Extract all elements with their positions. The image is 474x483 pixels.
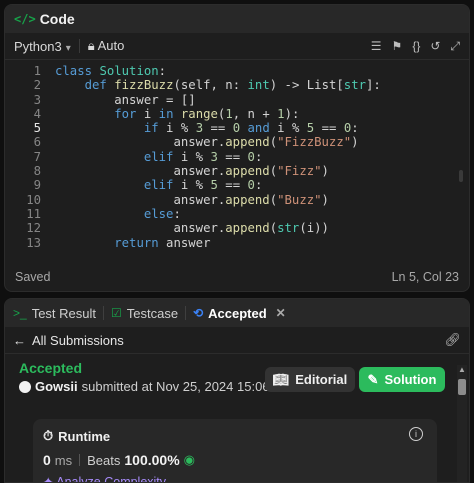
bookmark-icon[interactable]: ⚑: [392, 39, 403, 54]
result-scrollbar[interactable]: ▲: [457, 365, 467, 482]
info-icon[interactable]: i: [409, 427, 423, 441]
editorial-button[interactable]: 📖︎ Editorial: [265, 367, 355, 392]
avatar[interactable]: [19, 380, 31, 393]
braces-icon[interactable]: {}: [412, 39, 420, 54]
code-line: 6 answer.append("FizzBuzz"): [33, 135, 359, 150]
language-select[interactable]: Python3 ▾: [14, 39, 71, 54]
submissions-bar: ← All Submissions 🔗︎: [5, 327, 469, 354]
tab-test-result[interactable]: >_ Test Result: [13, 306, 96, 321]
code-line: 8 answer.append("Fizz"): [33, 164, 329, 179]
analyze-complexity-link[interactable]: ✦ Analyze Complexity: [43, 474, 166, 482]
runtime-value: 0: [43, 452, 51, 468]
format-icon[interactable]: ☰: [371, 39, 382, 54]
code-line: 2 def fizzBuzz(self, n: int) -> List[str…: [33, 78, 381, 93]
link-icon[interactable]: 🔗︎: [444, 332, 461, 348]
code-icon: </>: [14, 12, 36, 26]
result-panel: >_ Test Result ☑ Testcase ⟲ Accepted ✕ ← All…: [4, 298, 470, 483]
code-line: 13 return answer: [26, 235, 211, 250]
scroll-thumb[interactable]: [458, 379, 466, 395]
submitted-at: submitted at Nov 25, 2024 15:06: [81, 379, 270, 394]
code-panel-header: </> Code: [5, 5, 469, 33]
code-line: 11 else:: [26, 206, 181, 221]
back-arrow-icon[interactable]: ←: [13, 333, 26, 348]
solution-button[interactable]: ✎ Solution: [359, 367, 445, 392]
history-icon: ⟲: [193, 306, 204, 320]
edit-icon: ✎: [367, 371, 379, 387]
code-line: 9 elif i % 5 == 0:: [33, 178, 263, 193]
save-status: Saved: [15, 270, 51, 284]
tab-accepted[interactable]: ⟲ Accepted ✕: [193, 306, 286, 321]
badge-icon: ◉: [183, 452, 196, 467]
scroll-up-icon[interactable]: ▲: [457, 365, 467, 377]
result-tabs: >_ Test Result ☑ Testcase ⟲ Accepted ✕: [5, 299, 469, 327]
chevron-down-icon: ▾: [65, 42, 71, 54]
username[interactable]: Gowsii: [35, 379, 78, 394]
code-line: 10 answer.append("Buzz"): [26, 192, 329, 207]
terminal-icon: >_: [13, 306, 27, 320]
cursor-position: Ln 5, Col 23: [391, 270, 459, 284]
runtime-title: ⏱︎ Runtime: [43, 428, 111, 444]
editor-toolbar: Python3 ▾ 🔒︎ Auto ☰ ⚑ {} ↺ ⤢: [5, 33, 469, 60]
all-submissions-link[interactable]: All Submissions: [32, 333, 124, 348]
editor-status-bar: Saved Ln 5, Col 23: [5, 263, 469, 291]
code-line: 1 class Solution:: [33, 64, 167, 78]
clock-icon: ⏱︎: [43, 428, 54, 443]
code-line: 3 answer = []: [33, 92, 196, 107]
code-panel: </> Code Python3 ▾ 🔒︎ Auto ☰ ⚑ {} ↺ ⤢ 1 cl…: [4, 4, 470, 292]
runtime-stats: 0 ms Beats 100.00% ◉: [43, 452, 195, 468]
tab-testcase[interactable]: ☑ Testcase: [111, 306, 178, 321]
runtime-card: ⏱︎ Runtime i 0 ms Beats 100.00% ◉ ✦ Analy…: [33, 419, 437, 482]
editor-scrollbar[interactable]: [459, 170, 463, 182]
runtime-unit: ms: [54, 452, 73, 468]
code-line: 12 answer.append(str(i)): [26, 221, 329, 236]
mode-label[interactable]: 🔒︎ Auto: [88, 38, 125, 54]
beats-value: 100.00%: [124, 452, 180, 468]
fullscreen-icon[interactable]: ⤢: [450, 39, 460, 54]
reset-icon[interactable]: ↺: [430, 39, 440, 54]
code-line: 5 if i % 3 == 0 and i % 5 == 0:: [33, 121, 359, 136]
code-line: 7 elif i % 3 == 0:: [33, 149, 263, 164]
lock-icon: 🔒︎: [87, 38, 95, 53]
checkbox-icon: ☑: [111, 306, 122, 320]
code-panel-title: Code: [39, 11, 75, 27]
close-icon[interactable]: ✕: [276, 306, 286, 320]
book-icon: 📖︎: [272, 371, 290, 387]
code-editor[interactable]: 1 class Solution: 2 def fizzBuzz(self, n:…: [5, 60, 469, 254]
code-line: 4 for i in range(1, n + 1):: [33, 106, 300, 121]
beats-label: Beats: [87, 452, 121, 468]
